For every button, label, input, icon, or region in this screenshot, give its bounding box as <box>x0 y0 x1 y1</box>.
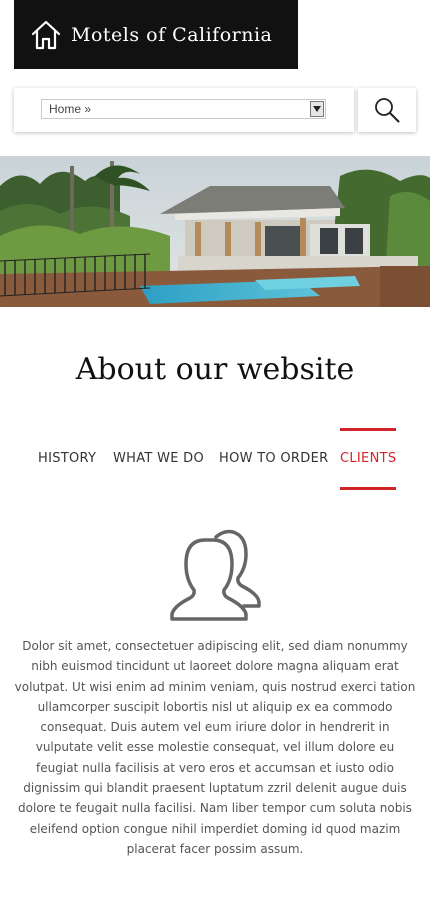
next-section-title-partial <box>0 882 430 900</box>
tab-how-to-order[interactable]: HOW TO ORDER <box>219 428 328 490</box>
breadcrumb-selected-value: Home » <box>49 102 92 116</box>
dropdown-arrow-icon[interactable] <box>310 101 324 117</box>
tab-history[interactable]: HISTORY <box>38 428 96 490</box>
breadcrumb-panel: Home » <box>14 88 354 132</box>
tab-what-we-do[interactable]: WHAT WE DO <box>113 428 204 490</box>
site-logo[interactable]: Motels of California <box>14 0 298 69</box>
tab-clients[interactable]: CLIENTS <box>340 428 397 490</box>
hero-image <box>0 156 430 307</box>
house-outline-icon <box>31 20 61 49</box>
brand-name: Motels of California <box>71 23 273 46</box>
breadcrumb-select[interactable]: Home » <box>41 99 326 119</box>
users-icon <box>170 529 261 621</box>
about-tabs: HISTORY WHAT WE DO HOW TO ORDER CLIENTS <box>0 428 430 492</box>
search-button[interactable] <box>358 88 416 132</box>
section-title: About our website <box>75 352 355 387</box>
hero-photo <box>0 156 430 307</box>
about-paragraph: Dolor sit amet, consectetuer adipiscing … <box>14 639 416 856</box>
magnifier-icon <box>375 98 400 123</box>
